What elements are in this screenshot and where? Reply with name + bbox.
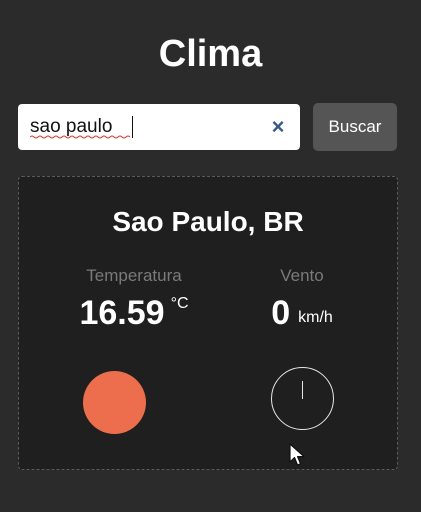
city-name: Sao Paulo, BR (112, 206, 304, 237)
compass-icon (271, 367, 334, 430)
wind-label: Vento (280, 266, 324, 285)
wind-unit: km/h (298, 309, 333, 326)
temperature-value-row: 16.59 °C (39, 293, 229, 333)
weather-card: Sao Paulo, BR Temperatura 16.59 °C Vento … (18, 176, 398, 470)
search-button[interactable]: Buscar (313, 103, 397, 151)
wind-direction-needle (302, 381, 303, 399)
page-title: Clima (158, 33, 263, 75)
temperature-color-indicator (83, 371, 146, 434)
text-caret (132, 116, 133, 138)
temperature-label: Temperatura (86, 266, 182, 285)
search-box[interactable]: × (18, 104, 300, 150)
weather-app: Clima × Buscar Sao Paulo, BR Temperatura… (0, 0, 421, 512)
wind-value: 0 (271, 294, 291, 332)
close-icon[interactable]: × (268, 116, 288, 138)
temperature-section: Temperatura 16.59 °C (39, 265, 229, 333)
temperature-unit: °C (170, 295, 189, 312)
search-input[interactable] (30, 104, 260, 150)
spellcheck-underline (30, 135, 131, 139)
mouse-cursor-icon (289, 443, 305, 466)
wind-section: Vento 0 km/h (209, 265, 395, 333)
temperature-value: 16.59 (79, 294, 165, 332)
wind-value-row: 0 km/h (209, 293, 395, 333)
